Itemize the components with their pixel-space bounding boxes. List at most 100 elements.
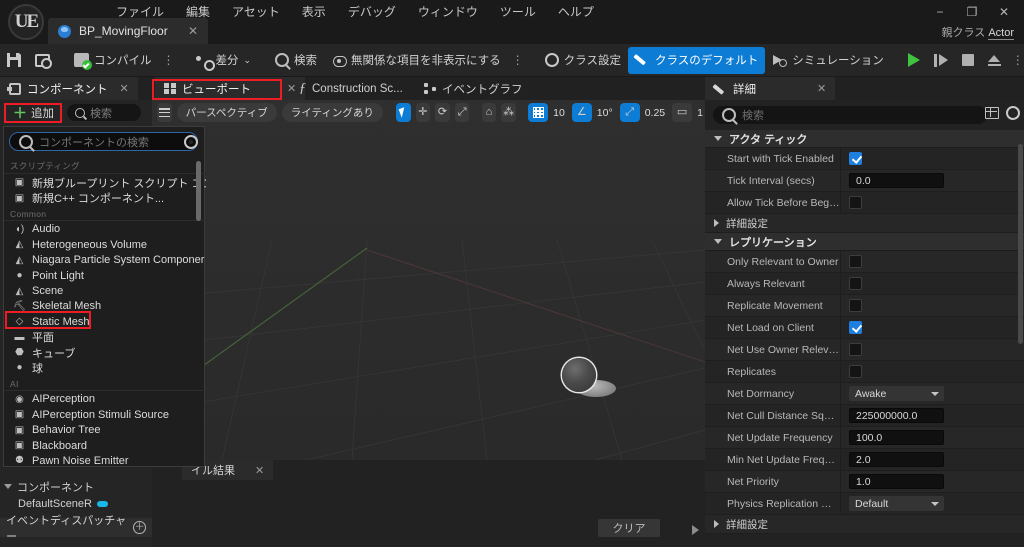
viewport-panel[interactable]: パースペクティブ ライティングあり ✛ ⟳ ⤢ ⌂ ⁂ 10 ∠ 10° ⤢ 0…: [152, 100, 705, 460]
close-icon[interactable]: ✕: [255, 464, 264, 477]
property-row-always-relevant[interactable]: Always Relevant: [705, 273, 1024, 295]
details-search-input[interactable]: 検索: [713, 106, 987, 124]
close-icon[interactable]: ✕: [817, 82, 826, 95]
category-replication[interactable]: レプリケーション: [705, 233, 1024, 251]
property-value[interactable]: [840, 148, 1024, 169]
scale-tool-button[interactable]: ⤢: [454, 103, 470, 122]
step-button[interactable]: [927, 47, 955, 74]
components-search-input[interactable]: 検索: [67, 104, 141, 121]
maximize-button[interactable]: ❐: [956, 1, 988, 23]
property-row-net-priority[interactable]: Net Priority 1.0: [705, 471, 1024, 493]
property-value[interactable]: 100.0: [840, 427, 1024, 448]
property-row-only-relevant-to-owner[interactable]: Only Relevant to Owner: [705, 251, 1024, 273]
expand-arrow-icon[interactable]: [692, 525, 699, 535]
selected-sphere-object[interactable]: [562, 358, 596, 392]
property-value[interactable]: 2.0: [840, 449, 1024, 470]
dropdown-search-input[interactable]: コンポーネントの検索: [9, 132, 198, 151]
tab-bp-movingfloor[interactable]: BP_MovingFloor ✕: [48, 18, 208, 44]
text-input[interactable]: 1.0: [849, 474, 944, 489]
property-row-allow-tick-before-begin-play[interactable]: Allow Tick Before Begin P...: [705, 192, 1024, 214]
list-item-aiperception[interactable]: ◉ AIPerception: [4, 392, 206, 407]
menu-view[interactable]: 表示: [291, 0, 337, 23]
hide-unrelated-kebab[interactable]: ⋮: [508, 54, 528, 66]
advanced-settings-actor-tick[interactable]: 詳細設定: [705, 214, 1024, 233]
property-row-net-update-frequency[interactable]: Net Update Frequency 100.0: [705, 427, 1024, 449]
property-value[interactable]: [840, 251, 1024, 272]
coordinate-system-button[interactable]: ⌂: [481, 103, 497, 122]
text-input[interactable]: 100.0: [849, 430, 944, 445]
tab-construction-script[interactable]: ƒ Construction Sc...: [290, 77, 412, 100]
property-row-net-use-owner-relevancy[interactable]: Net Use Owner Relevancy: [705, 339, 1024, 361]
property-row-start-with-tick-enabled[interactable]: Start with Tick Enabled: [705, 148, 1024, 170]
list-item-sphere[interactable]: ● 球: [4, 360, 206, 375]
camera-speed-button[interactable]: ▭: [672, 103, 693, 122]
eject-button[interactable]: [981, 47, 1008, 74]
text-input[interactable]: 2.0: [849, 452, 944, 467]
compile-options-kebab[interactable]: ⋮: [159, 54, 179, 66]
details-scrollbar[interactable]: [1018, 144, 1023, 344]
property-row-net-cull-distance-squared[interactable]: Net Cull Distance Squared 225000000.0: [705, 405, 1024, 427]
grid-snap-toggle[interactable]: [528, 103, 549, 122]
table-view-icon[interactable]: [985, 107, 999, 119]
viewport-3d-scene[interactable]: [152, 100, 705, 460]
gear-icon[interactable]: [1006, 106, 1020, 120]
play-button[interactable]: [901, 47, 927, 74]
stop-button[interactable]: [955, 47, 981, 74]
tab-components[interactable]: コンポーネント ✕: [0, 77, 138, 100]
tab-event-graph[interactable]: イベントグラフ: [415, 77, 532, 100]
menu-asset[interactable]: アセット: [221, 0, 291, 23]
property-row-tick-interval[interactable]: Tick Interval (secs) 0.0: [705, 170, 1024, 192]
property-value[interactable]: [840, 273, 1024, 294]
viewport-lighting-dropdown[interactable]: ライティングあり: [281, 103, 383, 122]
grid-snap-value[interactable]: 10: [551, 107, 567, 119]
clear-results-button[interactable]: クリア: [598, 519, 660, 537]
parent-class-value[interactable]: Actor: [988, 27, 1014, 40]
checkbox[interactable]: [849, 365, 862, 378]
property-row-net-load-on-client[interactable]: Net Load on Client: [705, 317, 1024, 339]
list-item-plane[interactable]: ▬ 平面: [4, 330, 206, 345]
grid-snap-group[interactable]: 10: [528, 103, 567, 122]
list-item-skeletal-mesh[interactable]: ⛏ Skeletal Mesh: [4, 299, 206, 314]
list-item-heterogeneous-volume[interactable]: ◭ Heterogeneous Volume: [4, 237, 206, 252]
class-defaults-button[interactable]: クラスのデフォルト: [627, 46, 766, 74]
list-item-scene[interactable]: ◭ Scene: [4, 283, 206, 298]
scale-snap-value[interactable]: 0.25: [643, 107, 667, 119]
hide-unrelated-button[interactable]: 無関係な項目を非表示にする: [324, 47, 508, 74]
add-event-dispatcher-button[interactable]: ＋: [133, 521, 146, 534]
list-item[interactable]: ▣ 新規ブループリント スクリプト コンポ: [4, 175, 206, 190]
property-value[interactable]: 0.0: [840, 170, 1024, 191]
camera-speed-value[interactable]: 1: [695, 107, 705, 119]
tree-item-default-scene-root[interactable]: DefaultSceneR: [0, 495, 152, 512]
close-icon[interactable]: ✕: [188, 24, 198, 38]
checkbox[interactable]: [849, 299, 862, 312]
add-component-button[interactable]: ＋ 追加: [6, 103, 61, 123]
property-value[interactable]: [840, 192, 1024, 213]
category-actor-tick[interactable]: アクタ ティック: [705, 130, 1024, 148]
checkbox[interactable]: [849, 196, 862, 209]
list-item-static-mesh[interactable]: ◇ Static Mesh: [4, 314, 206, 329]
menu-help[interactable]: ヘルプ: [547, 0, 605, 23]
checkbox[interactable]: [849, 321, 862, 334]
dropdown-item-list[interactable]: スクリプティング ▣ 新規ブループリント スクリプト コンポ ▣ 新規C++ コ…: [4, 157, 206, 466]
add-component-dropdown[interactable]: コンポーネントの検索 スクリプティング ▣ 新規ブループリント スクリプト コン…: [3, 126, 206, 467]
minimize-button[interactable]: −: [924, 1, 956, 23]
list-item-audio[interactable]: ◖) Audio: [4, 222, 206, 237]
menu-tools[interactable]: ツール: [489, 0, 547, 23]
scale-snap-group[interactable]: ⤢ 0.25: [619, 103, 667, 122]
property-row-physics-replication-mode[interactable]: Physics Replication Mode Default: [705, 493, 1024, 515]
details-property-list[interactable]: アクタ ティック Start with Tick Enabled Tick In…: [705, 130, 1024, 547]
select-tool-button[interactable]: [395, 103, 411, 122]
property-value[interactable]: Default: [840, 493, 1024, 514]
property-value[interactable]: [840, 361, 1024, 382]
list-item-aiperception-stimuli-source[interactable]: ▣ AIPerception Stimuli Source: [4, 407, 206, 422]
search-button[interactable]: 検索: [268, 47, 324, 74]
checkbox[interactable]: [849, 343, 862, 356]
checkbox[interactable]: [849, 152, 862, 165]
compile-button[interactable]: コンパイル: [67, 47, 159, 74]
dropdown[interactable]: Default: [849, 496, 944, 511]
property-value[interactable]: [840, 339, 1024, 360]
checkbox[interactable]: [849, 277, 862, 290]
property-value[interactable]: Awake: [840, 383, 1024, 404]
tab-viewport[interactable]: ビューポート ✕: [155, 77, 306, 100]
dropdown[interactable]: Awake: [849, 386, 944, 401]
